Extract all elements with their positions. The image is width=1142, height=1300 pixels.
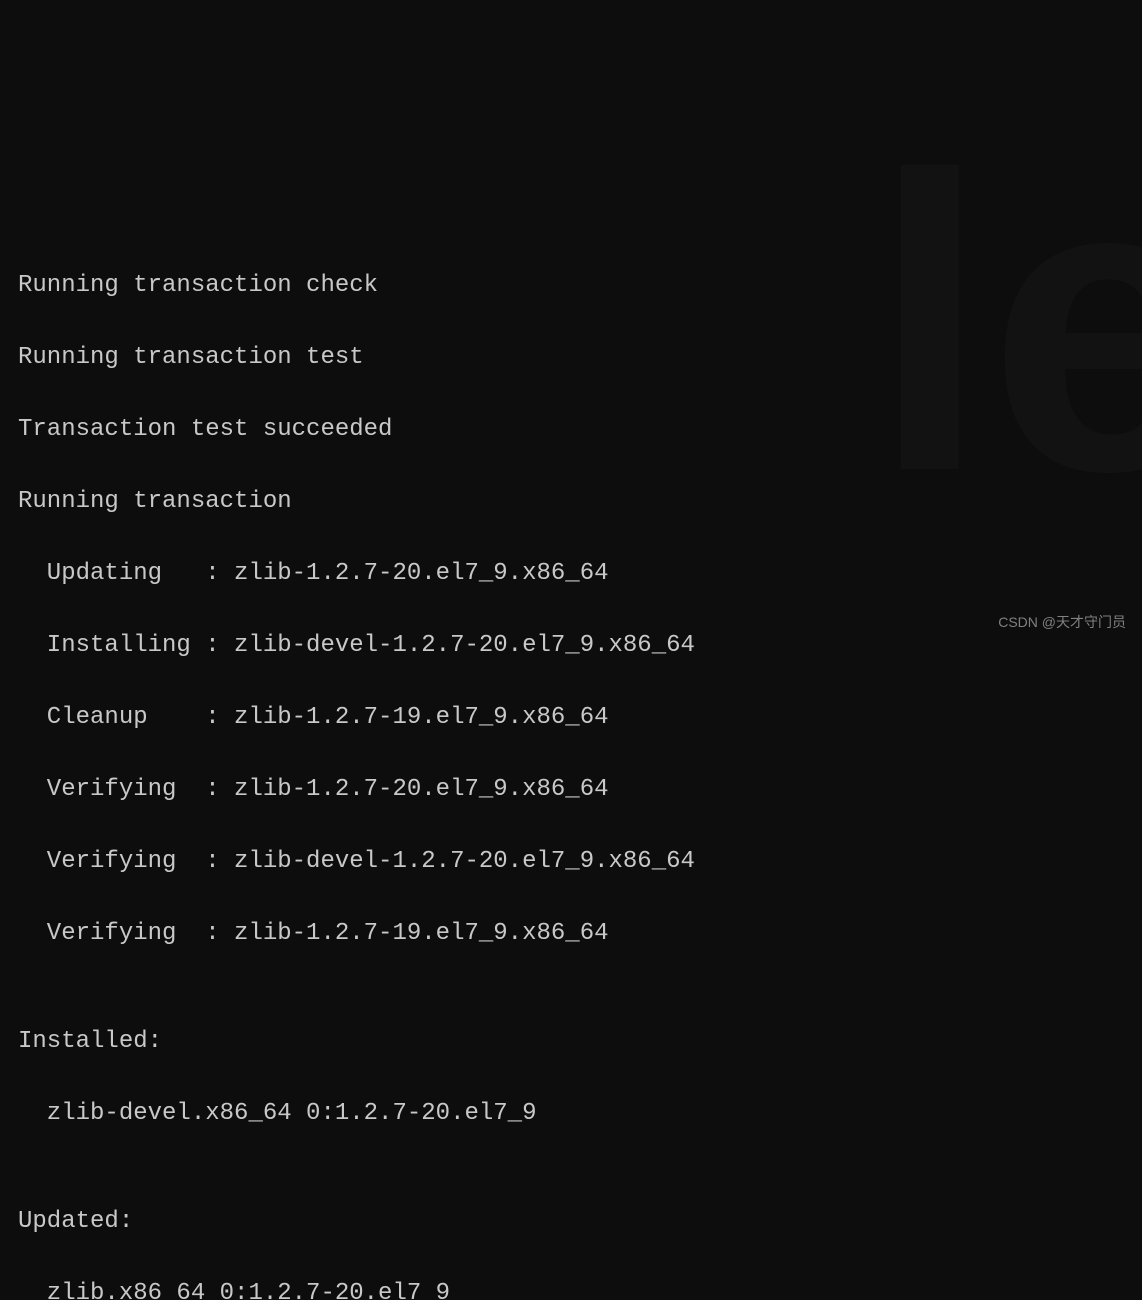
terminal-line: Verifying : zlib-1.2.7-20.el7_9.x86_64 <box>18 772 1124 808</box>
terminal-line: Transaction test succeeded <box>18 412 1124 448</box>
terminal-output: Running transaction check Running transa… <box>18 232 1124 1300</box>
terminal-line: zlib-devel.x86_64 0:1.2.7-20.el7_9 <box>18 1096 1124 1132</box>
terminal-line: Updated: <box>18 1204 1124 1240</box>
terminal-line: Verifying : zlib-1.2.7-19.el7_9.x86_64 <box>18 916 1124 952</box>
terminal-line: Cleanup : zlib-1.2.7-19.el7_9.x86_64 <box>18 700 1124 736</box>
terminal-line: Installed: <box>18 1024 1124 1060</box>
terminal-line: Installing : zlib-devel-1.2.7-20.el7_9.x… <box>18 628 1124 664</box>
terminal-line: Running transaction <box>18 484 1124 520</box>
terminal-line: zlib.x86_64 0:1.2.7-20.el7_9 <box>18 1276 1124 1300</box>
terminal-line: Running transaction check <box>18 268 1124 304</box>
terminal-line: Running transaction test <box>18 340 1124 376</box>
terminal-line: Verifying : zlib-devel-1.2.7-20.el7_9.x8… <box>18 844 1124 880</box>
terminal-line: Updating : zlib-1.2.7-20.el7_9.x86_64 <box>18 556 1124 592</box>
